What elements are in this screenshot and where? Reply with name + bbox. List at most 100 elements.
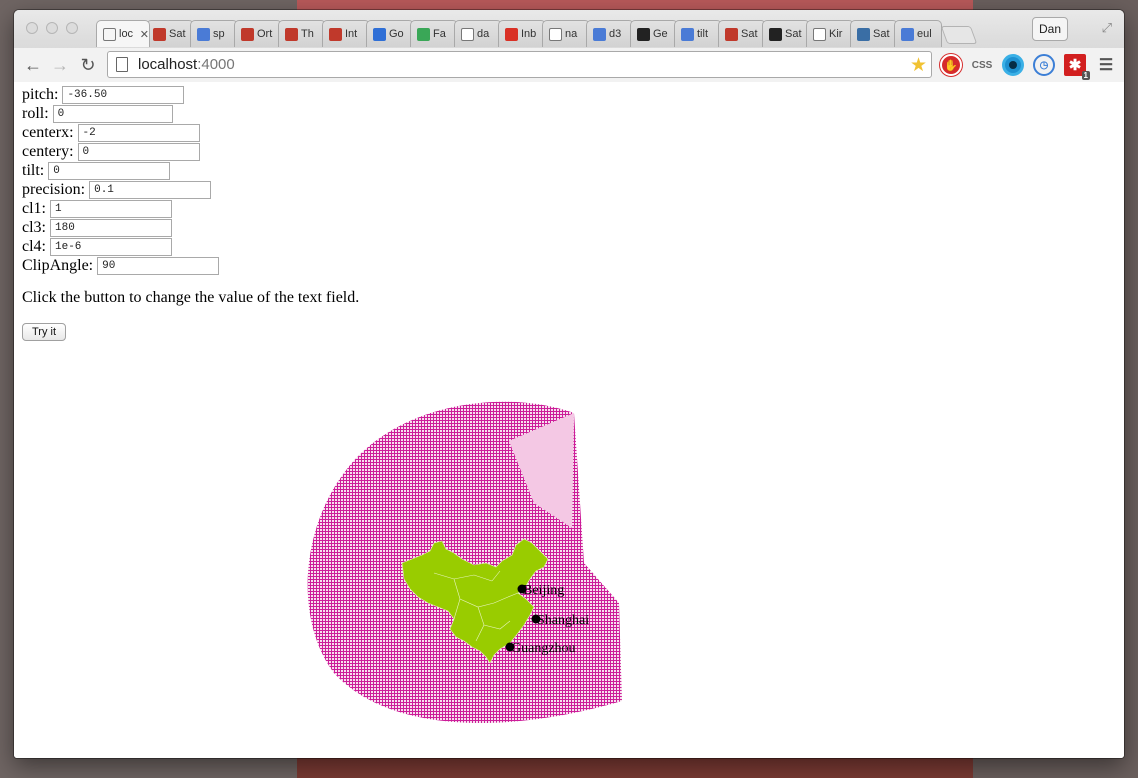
google-icon bbox=[681, 27, 694, 41]
form-row: centery: bbox=[22, 142, 200, 161]
field-label: cl3: bbox=[22, 219, 46, 236]
form-row: precision: bbox=[22, 180, 212, 199]
forward-icon[interactable]: → bbox=[49, 54, 71, 76]
google-icon bbox=[197, 27, 210, 41]
field-input[interactable] bbox=[62, 85, 185, 104]
lastpass-icon[interactable]: ✱ 1 bbox=[1064, 54, 1090, 80]
field-label: centery: bbox=[22, 143, 74, 160]
address-bar[interactable]: localhost:4000 ★ bbox=[107, 51, 932, 78]
browser-chrome: loc ✕ Sat sp Ort Th Int Go Fa da Inb na d3 Ge tilt Sat S… bbox=[14, 10, 1124, 82]
cube-icon bbox=[725, 27, 738, 41]
url-text: localhost:4000 bbox=[138, 56, 235, 73]
eye-icon[interactable] bbox=[1002, 54, 1024, 76]
globe-map: Beijing Shanghai Guangzhou bbox=[307, 401, 622, 723]
tab-label: loc bbox=[119, 28, 134, 40]
page-icon bbox=[813, 27, 826, 41]
browser-tab[interactable]: Int bbox=[322, 20, 370, 47]
form-row: cl3: bbox=[22, 218, 172, 237]
browser-tab[interactable]: Sat bbox=[762, 20, 810, 47]
browser-tab[interactable]: Kir bbox=[806, 20, 854, 47]
field-input[interactable] bbox=[77, 123, 200, 142]
zoom-window-button[interactable] bbox=[66, 22, 78, 34]
gb-icon bbox=[857, 27, 870, 41]
profile-button[interactable]: Dan bbox=[1032, 17, 1068, 41]
browser-tab[interactable]: da bbox=[454, 20, 502, 47]
field-label: roll: bbox=[22, 105, 49, 122]
field-input[interactable] bbox=[52, 104, 173, 123]
browser-tab[interactable]: sp bbox=[190, 20, 238, 47]
form-row: tilt: bbox=[22, 161, 171, 180]
new-tab-button[interactable] bbox=[940, 26, 978, 44]
bookmark-star-icon[interactable]: ★ bbox=[910, 54, 927, 77]
browser-tab[interactable]: na bbox=[542, 20, 590, 47]
back-icon[interactable]: ← bbox=[22, 54, 44, 76]
page-icon bbox=[103, 27, 116, 41]
browser-tab[interactable]: Ge bbox=[630, 20, 678, 47]
field-label: ClipAngle: bbox=[22, 257, 94, 274]
cube-icon bbox=[285, 27, 298, 41]
cube-icon bbox=[153, 27, 166, 41]
calendar-icon bbox=[373, 27, 386, 41]
browser-tab[interactable]: Sat bbox=[718, 20, 766, 47]
menu-icon[interactable]: ☰ bbox=[1095, 54, 1117, 76]
field-label: centerx: bbox=[22, 124, 74, 141]
google-icon bbox=[901, 27, 914, 41]
browser-window: loc ✕ Sat sp Ort Th Int Go Fa da Inb na d3 Ge tilt Sat S… bbox=[14, 10, 1124, 758]
try-it-button[interactable]: Try it bbox=[22, 323, 66, 341]
github-icon bbox=[637, 27, 650, 41]
page-icon bbox=[461, 27, 474, 41]
close-window-button[interactable] bbox=[26, 22, 38, 34]
form-row: pitch: bbox=[22, 85, 185, 104]
browser-tab[interactable]: loc ✕ bbox=[96, 20, 150, 47]
browser-tab[interactable]: Fa bbox=[410, 20, 458, 47]
close-tab-icon[interactable]: ✕ bbox=[140, 28, 149, 41]
github-icon bbox=[769, 27, 782, 41]
reload-icon[interactable]: ↻ bbox=[77, 54, 99, 76]
browser-tab[interactable]: d3 bbox=[586, 20, 634, 47]
field-input[interactable] bbox=[48, 161, 171, 180]
browser-tab[interactable]: eul bbox=[894, 20, 942, 47]
minimize-window-button[interactable] bbox=[46, 22, 58, 34]
fullscreen-icon[interactable]: ⤢ bbox=[1102, 20, 1112, 36]
instruction-text: Click the button to change the value of … bbox=[22, 289, 360, 306]
maps-icon bbox=[417, 27, 430, 41]
form-row: roll: bbox=[22, 104, 173, 123]
form-row: ClipAngle: bbox=[22, 256, 220, 275]
field-label: tilt: bbox=[22, 162, 45, 179]
page-icon bbox=[116, 57, 128, 72]
form-row: centerx: bbox=[22, 123, 200, 142]
field-input[interactable] bbox=[50, 237, 172, 256]
browser-tab[interactable]: tilt bbox=[674, 20, 722, 47]
clock-icon[interactable]: ◷ bbox=[1033, 54, 1055, 76]
wikipedia-icon bbox=[549, 27, 562, 41]
browser-tab[interactable]: Th bbox=[278, 20, 326, 47]
browser-tab[interactable]: Ort bbox=[234, 20, 282, 47]
cube-icon bbox=[329, 27, 342, 41]
field-input[interactable] bbox=[50, 199, 172, 218]
cube-icon bbox=[241, 27, 254, 41]
field-input[interactable] bbox=[50, 218, 172, 237]
css-icon[interactable]: CSS bbox=[971, 54, 993, 76]
browser-tab[interactable]: Sat bbox=[146, 20, 194, 47]
browser-tab[interactable]: Sat bbox=[850, 20, 898, 47]
city-label: Guangzhou bbox=[511, 641, 576, 656]
field-label: cl1: bbox=[22, 200, 46, 217]
window-controls bbox=[26, 22, 78, 34]
field-input[interactable] bbox=[97, 256, 220, 275]
tab-label: eul bbox=[917, 28, 932, 40]
field-label: cl4: bbox=[22, 238, 46, 255]
page-content: pitch: roll: centerx: centery: tilt: precisio… bbox=[14, 83, 1124, 758]
form-row: cl1: bbox=[22, 199, 172, 218]
google-icon bbox=[593, 27, 606, 41]
field-label: precision: bbox=[22, 181, 86, 198]
gmail-icon bbox=[505, 27, 518, 41]
city-label: Shanghai bbox=[537, 613, 589, 628]
field-input[interactable] bbox=[77, 142, 200, 161]
form-row: cl4: bbox=[22, 237, 172, 256]
browser-tab[interactable]: Go bbox=[366, 20, 414, 47]
tab-strip: loc ✕ Sat sp Ort Th Int Go Fa da Inb na d3 Ge tilt Sat S… bbox=[96, 20, 978, 47]
field-label: pitch: bbox=[22, 86, 59, 103]
browser-tab[interactable]: Inb bbox=[498, 20, 546, 47]
adblock-icon[interactable]: ✋ bbox=[940, 54, 962, 76]
field-input[interactable] bbox=[89, 180, 212, 199]
